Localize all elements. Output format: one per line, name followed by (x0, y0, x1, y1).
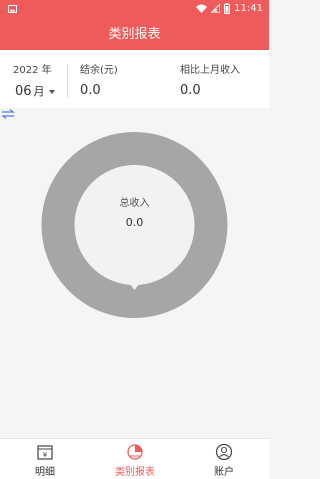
image-notification-icon (8, 5, 17, 13)
summary-header: 2022 年 06 月 结余(元) 0.0 相比上月收入 0.0 (0, 50, 269, 108)
user-account-icon (215, 443, 233, 461)
tab-account[interactable]: 账户 (179, 439, 269, 479)
battery-icon (224, 3, 231, 14)
tab-label: 明细 (35, 467, 55, 478)
balance-label: 结余(元) (80, 65, 118, 76)
caret-down-icon (48, 90, 55, 94)
swap-icon[interactable] (0, 108, 16, 120)
pie-chart-icon (127, 444, 143, 460)
donut-chart[interactable] (0, 108, 269, 438)
status-time: 11:41 (234, 3, 263, 14)
year-label[interactable]: 2022 年 (13, 61, 52, 76)
tab-label: 账户 (214, 467, 234, 478)
month-selector[interactable]: 06 月 (15, 83, 55, 99)
wifi-icon (196, 4, 208, 13)
app-bar: 类别报表 (0, 19, 269, 50)
bottom-tab-bar: ¥ 明细 类别报表 账户 (0, 438, 269, 479)
chart-center-value: 0.0 (125, 216, 144, 229)
status-bar: 11:41 (0, 0, 269, 19)
tab-label: 类别报表 (115, 467, 155, 478)
signal-off-icon (211, 4, 221, 13)
yuan-ledger-icon: ¥ (37, 445, 53, 460)
divider (67, 64, 68, 98)
page-title: 类别报表 (108, 27, 161, 42)
chart-center-title: 总收入 (119, 198, 150, 209)
tab-details[interactable]: ¥ 明细 (0, 439, 90, 479)
svg-text:¥: ¥ (43, 451, 48, 459)
compare-label: 相比上月收入 (180, 65, 240, 76)
compare-value: 0.0 (180, 83, 201, 98)
tab-category-report[interactable]: 类别报表 (90, 439, 180, 479)
category-chart: 总收入 0.0 (0, 108, 269, 438)
month-number: 06 (15, 83, 32, 99)
month-suffix: 月 (33, 85, 45, 98)
balance-value: 0.0 (80, 83, 101, 98)
